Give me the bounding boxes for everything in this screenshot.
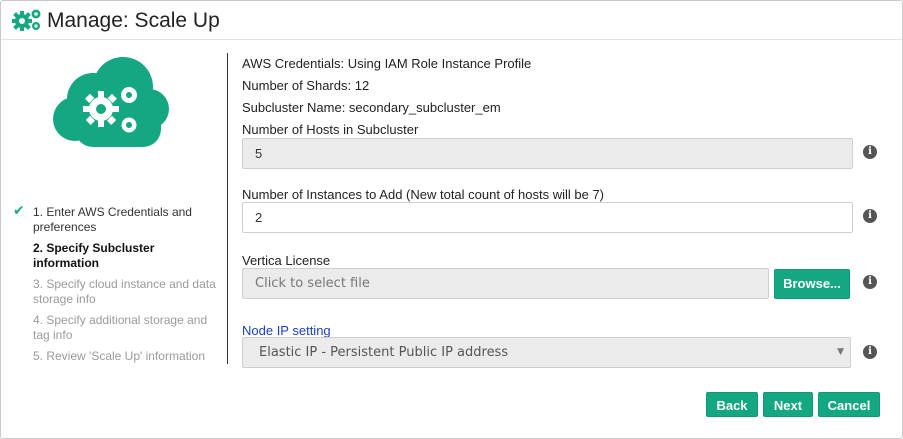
vertical-divider [227,53,228,364]
instances-label: Number of Instances to Add (New total co… [242,187,605,202]
hosts-input: 5 [242,138,853,169]
aws-credentials-text: AWS Credentials: Using IAM Role Instance… [242,56,532,71]
step-label: 3. Specify cloud instance and data stora… [33,277,216,306]
step-enter-aws-credentials: ✔ 1. Enter AWS Credentials and preferenc… [13,202,223,235]
node-ip-info-icon[interactable]: i [863,345,877,359]
step-specify-subcluster: 2. Specify Subcluster information [13,241,223,271]
back-button[interactable]: Back [706,392,758,417]
license-file-input[interactable]: Click to select file [242,268,769,299]
dialog-title: Manage: Scale Up [47,9,220,32]
subcluster-name-text: Subcluster Name: secondary_subcluster_em [242,100,501,115]
step-label: 2. Specify Subcluster information [33,241,155,270]
next-button[interactable]: Next [763,392,813,417]
cancel-button[interactable]: Cancel [818,392,880,417]
dropdown-caret-icon: ▼ [837,347,844,357]
browse-button[interactable]: Browse... [774,269,850,299]
wizard-steps: ✔ 1. Enter AWS Credentials and preferenc… [13,202,223,370]
gears-icon [12,9,41,31]
step-specify-cloud-instance: 3. Specify cloud instance and data stora… [13,277,223,307]
shards-text: Number of Shards: 12 [242,78,370,93]
node-ip-label: Node IP setting [242,323,331,338]
license-info-icon[interactable]: i [863,275,877,289]
node-ip-select[interactable]: Elastic IP - Persistent Public IP addres… [242,337,851,368]
step-specify-storage-tags: 4. Specify additional storage and tag in… [13,313,223,343]
license-label: Vertica License [242,253,331,268]
step-label: 5. Review 'Scale Up' information [33,349,205,363]
instances-input[interactable]: 2 [242,202,853,233]
checkmark-icon: ✔ [13,202,25,218]
instances-info-icon[interactable]: i [863,209,877,223]
scale-up-dialog: Manage: Scale Up ✔ 1. Enter AWS Credenti… [0,0,903,439]
hosts-label: Number of Hosts in Subcluster [242,122,419,137]
step-label: 1. Enter AWS Credentials and preferences [33,205,192,234]
step-review-scale-up: 5. Review 'Scale Up' information [13,349,223,364]
step-label: 4. Specify additional storage and tag in… [33,313,208,342]
dialog-titlebar: Manage: Scale Up [1,1,902,40]
hosts-info-icon[interactable]: i [863,145,877,159]
node-ip-selected-value: Elastic IP - Persistent Public IP addres… [259,345,509,360]
cloud-gears-icon [53,57,169,147]
